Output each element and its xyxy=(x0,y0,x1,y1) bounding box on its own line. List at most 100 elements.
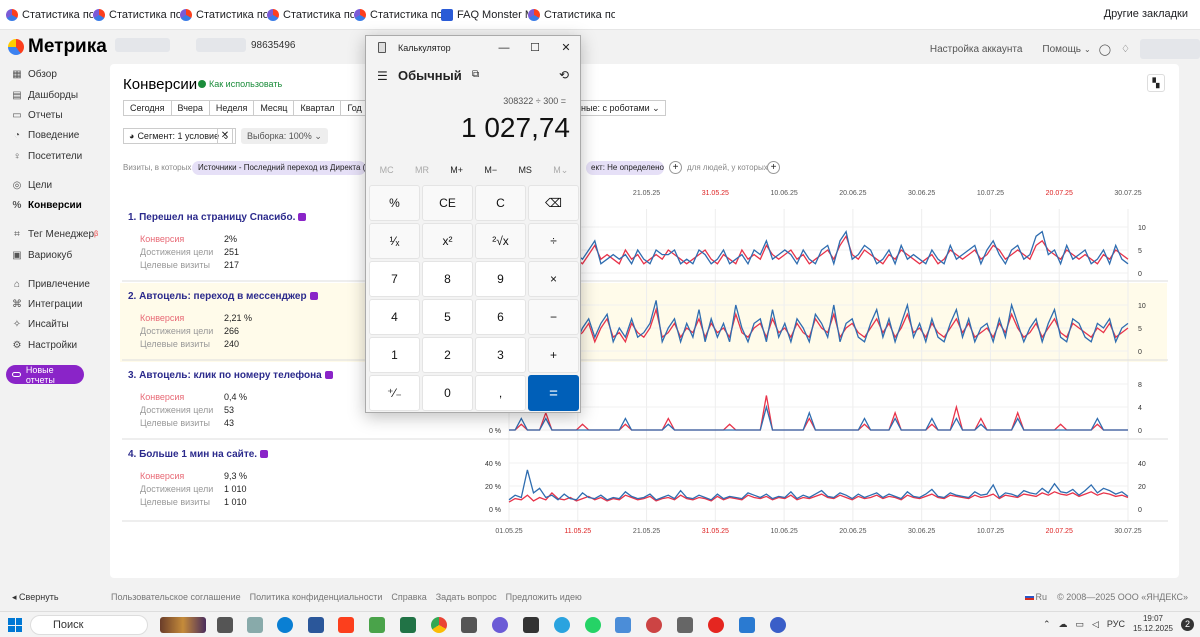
period-button[interactable]: Месяц xyxy=(253,100,294,116)
sidebar-item[interactable]: ⌘ Интеграции xyxy=(12,299,82,310)
bell-icon[interactable]: ♢ xyxy=(1121,44,1130,55)
calculator-key[interactable]: 5 xyxy=(422,299,473,335)
sidebar-item[interactable]: ▤ Дашборды xyxy=(12,90,78,101)
android-icon[interactable] xyxy=(369,617,385,633)
memory-button[interactable]: M⌄ xyxy=(553,165,568,176)
site-selector[interactable] xyxy=(115,38,170,52)
app-icon-6[interactable] xyxy=(770,617,786,633)
calculator-key[interactable]: x² xyxy=(422,223,473,259)
edge-icon[interactable] xyxy=(277,617,293,633)
calculator-key[interactable]: − xyxy=(528,299,579,335)
calculator-app-icon[interactable] xyxy=(247,617,263,633)
hamburger-menu-icon[interactable]: ☰ xyxy=(377,69,388,83)
windows-start-icon[interactable] xyxy=(8,618,22,632)
app-icon[interactable] xyxy=(523,617,539,633)
footer-link[interactable]: Задать вопрос xyxy=(436,592,497,602)
chevron-up-icon[interactable]: ⌃ xyxy=(1043,619,1051,630)
sidebar-item[interactable]: ◎ Цели xyxy=(12,180,52,191)
period-button[interactable]: Неделя xyxy=(208,100,254,116)
calculator-key[interactable]: × xyxy=(528,261,579,297)
calculator-key[interactable]: + xyxy=(528,337,579,373)
app-icon-4[interactable] xyxy=(677,617,693,633)
maximize-button[interactable]: ☐ xyxy=(527,40,543,56)
calculator-key[interactable]: CE xyxy=(422,185,473,221)
period-button[interactable]: Сегодня xyxy=(123,100,171,116)
sidebar-item[interactable]: ◔ Поведение xyxy=(12,130,79,141)
goal-title[interactable]: 1. Перешел на страницу Спасибо. xyxy=(128,212,307,223)
language-switch[interactable]: Ru xyxy=(1024,592,1047,602)
minimize-button[interactable]: — xyxy=(496,40,512,56)
bookmark-item[interactable]: Статистика по вы xyxy=(267,9,354,21)
calculator-key[interactable]: 8 xyxy=(422,261,473,297)
calculator-key[interactable]: C xyxy=(475,185,526,221)
chat-icon[interactable]: ◯ xyxy=(1099,43,1111,56)
sidebar-item[interactable]: ⌗ Тег Менеджер β xyxy=(12,229,98,240)
goal-title[interactable]: 2. Автоцель: переход в мессенджер xyxy=(128,291,318,302)
calculator-key[interactable]: , xyxy=(475,375,526,411)
whatsapp-icon[interactable] xyxy=(585,617,601,633)
filter-chip-2[interactable]: ект: Не определено ✕ xyxy=(586,161,664,175)
period-button[interactable]: Квартал xyxy=(293,100,341,116)
bookmark-item[interactable]: Статистика по вы xyxy=(528,9,615,21)
footer-link[interactable]: Справка xyxy=(391,592,426,602)
footer-link[interactable]: Пользовательское соглашение xyxy=(111,592,241,602)
sidebar-item[interactable]: % Конверсии xyxy=(12,200,82,211)
memory-button[interactable]: M− xyxy=(484,165,497,176)
calculator-key[interactable]: ²√x xyxy=(475,223,526,259)
bookmark-item[interactable]: Статистика по вы xyxy=(180,9,267,21)
other-bookmarks[interactable]: Другие закладки xyxy=(1104,8,1188,20)
goal-title[interactable]: 4. Больше 1 мин на сайте. xyxy=(128,449,269,460)
memory-button[interactable]: M+ xyxy=(450,165,463,176)
calculator-key[interactable]: 9 xyxy=(475,261,526,297)
account-settings-link[interactable]: Настройка аккаунта xyxy=(930,44,1023,55)
messenger-icon[interactable] xyxy=(492,617,508,633)
calculator-key[interactable]: ÷ xyxy=(528,223,579,259)
calculator-key[interactable]: 2 xyxy=(422,337,473,373)
calculator-titlebar[interactable]: Калькулятор — ☐ ✕ xyxy=(366,36,580,60)
app-icon-3[interactable] xyxy=(646,617,662,633)
bookmark-item[interactable]: Статистика по вы xyxy=(93,9,180,21)
files-icon[interactable] xyxy=(461,617,477,633)
bookmark-item[interactable]: Статистика по вы xyxy=(354,9,441,21)
footer-link[interactable]: Политика конфиденциальности xyxy=(250,592,383,602)
taskbar-thumbnail[interactable] xyxy=(160,617,206,633)
calculator-key[interactable]: 0 xyxy=(422,375,473,411)
app-icon-5[interactable] xyxy=(739,617,755,633)
sidebar-item[interactable]: ▣ Вариокуб xyxy=(12,250,72,261)
help-link[interactable]: Помощь xyxy=(1042,44,1081,55)
bookmark-item[interactable]: FAQ Monster Mar xyxy=(441,9,528,21)
history-icon[interactable]: ⟲ xyxy=(559,68,569,82)
bookmark-item[interactable]: Статистика по вы xyxy=(6,9,93,21)
notification-badge[interactable]: 2 xyxy=(1181,617,1194,631)
avatar[interactable] xyxy=(1140,39,1200,59)
taskbar-search[interactable]: Поиск xyxy=(30,615,148,635)
robots-filter[interactable]: ные: с роботами ⌄ xyxy=(576,100,666,116)
new-reports-button[interactable]: Новые отчеты xyxy=(6,365,84,385)
add-people-filter-button[interactable]: + xyxy=(767,161,780,174)
excel-icon[interactable] xyxy=(400,617,416,633)
calculator-key[interactable]: 7 xyxy=(369,261,420,297)
howto-link[interactable]: Как использовать xyxy=(198,79,282,89)
sidebar-item[interactable]: ▦ Обзор xyxy=(12,69,57,80)
yandex-browser-icon[interactable] xyxy=(708,617,724,633)
keep-on-top-icon[interactable]: ⧉ xyxy=(472,69,479,80)
logo[interactable]: Метрика xyxy=(8,36,107,58)
sidebar-item[interactable]: ⚙ Настройки xyxy=(12,340,78,351)
calculator-key[interactable]: 1 xyxy=(369,337,420,373)
footer-link[interactable]: Предложить идею xyxy=(506,592,582,602)
sidebar-item[interactable]: ✧ Инсайты xyxy=(12,319,69,330)
sidebar-item[interactable]: ▭ Отчеты xyxy=(12,110,62,121)
filter-chip[interactable]: Источники - Последний переход из Директа… xyxy=(192,161,366,175)
yandex-icon[interactable] xyxy=(338,617,354,633)
sidebar-item[interactable]: ♀ Посетители xyxy=(12,151,82,162)
memory-button[interactable]: MR xyxy=(415,165,429,176)
calculator-key[interactable]: ¹⁄ₓ xyxy=(369,223,420,259)
memory-button[interactable]: MS xyxy=(518,165,532,176)
calculator-key[interactable]: = xyxy=(528,375,579,411)
calculator-key[interactable]: 6 xyxy=(475,299,526,335)
word-icon[interactable] xyxy=(308,617,324,633)
memory-button[interactable]: MC xyxy=(380,165,394,176)
collapse-button[interactable]: ◂ Свернуть xyxy=(12,592,59,603)
layout-toggle-button[interactable]: ▚ xyxy=(1147,74,1165,92)
calculator-key[interactable]: ⌫ xyxy=(528,185,579,221)
